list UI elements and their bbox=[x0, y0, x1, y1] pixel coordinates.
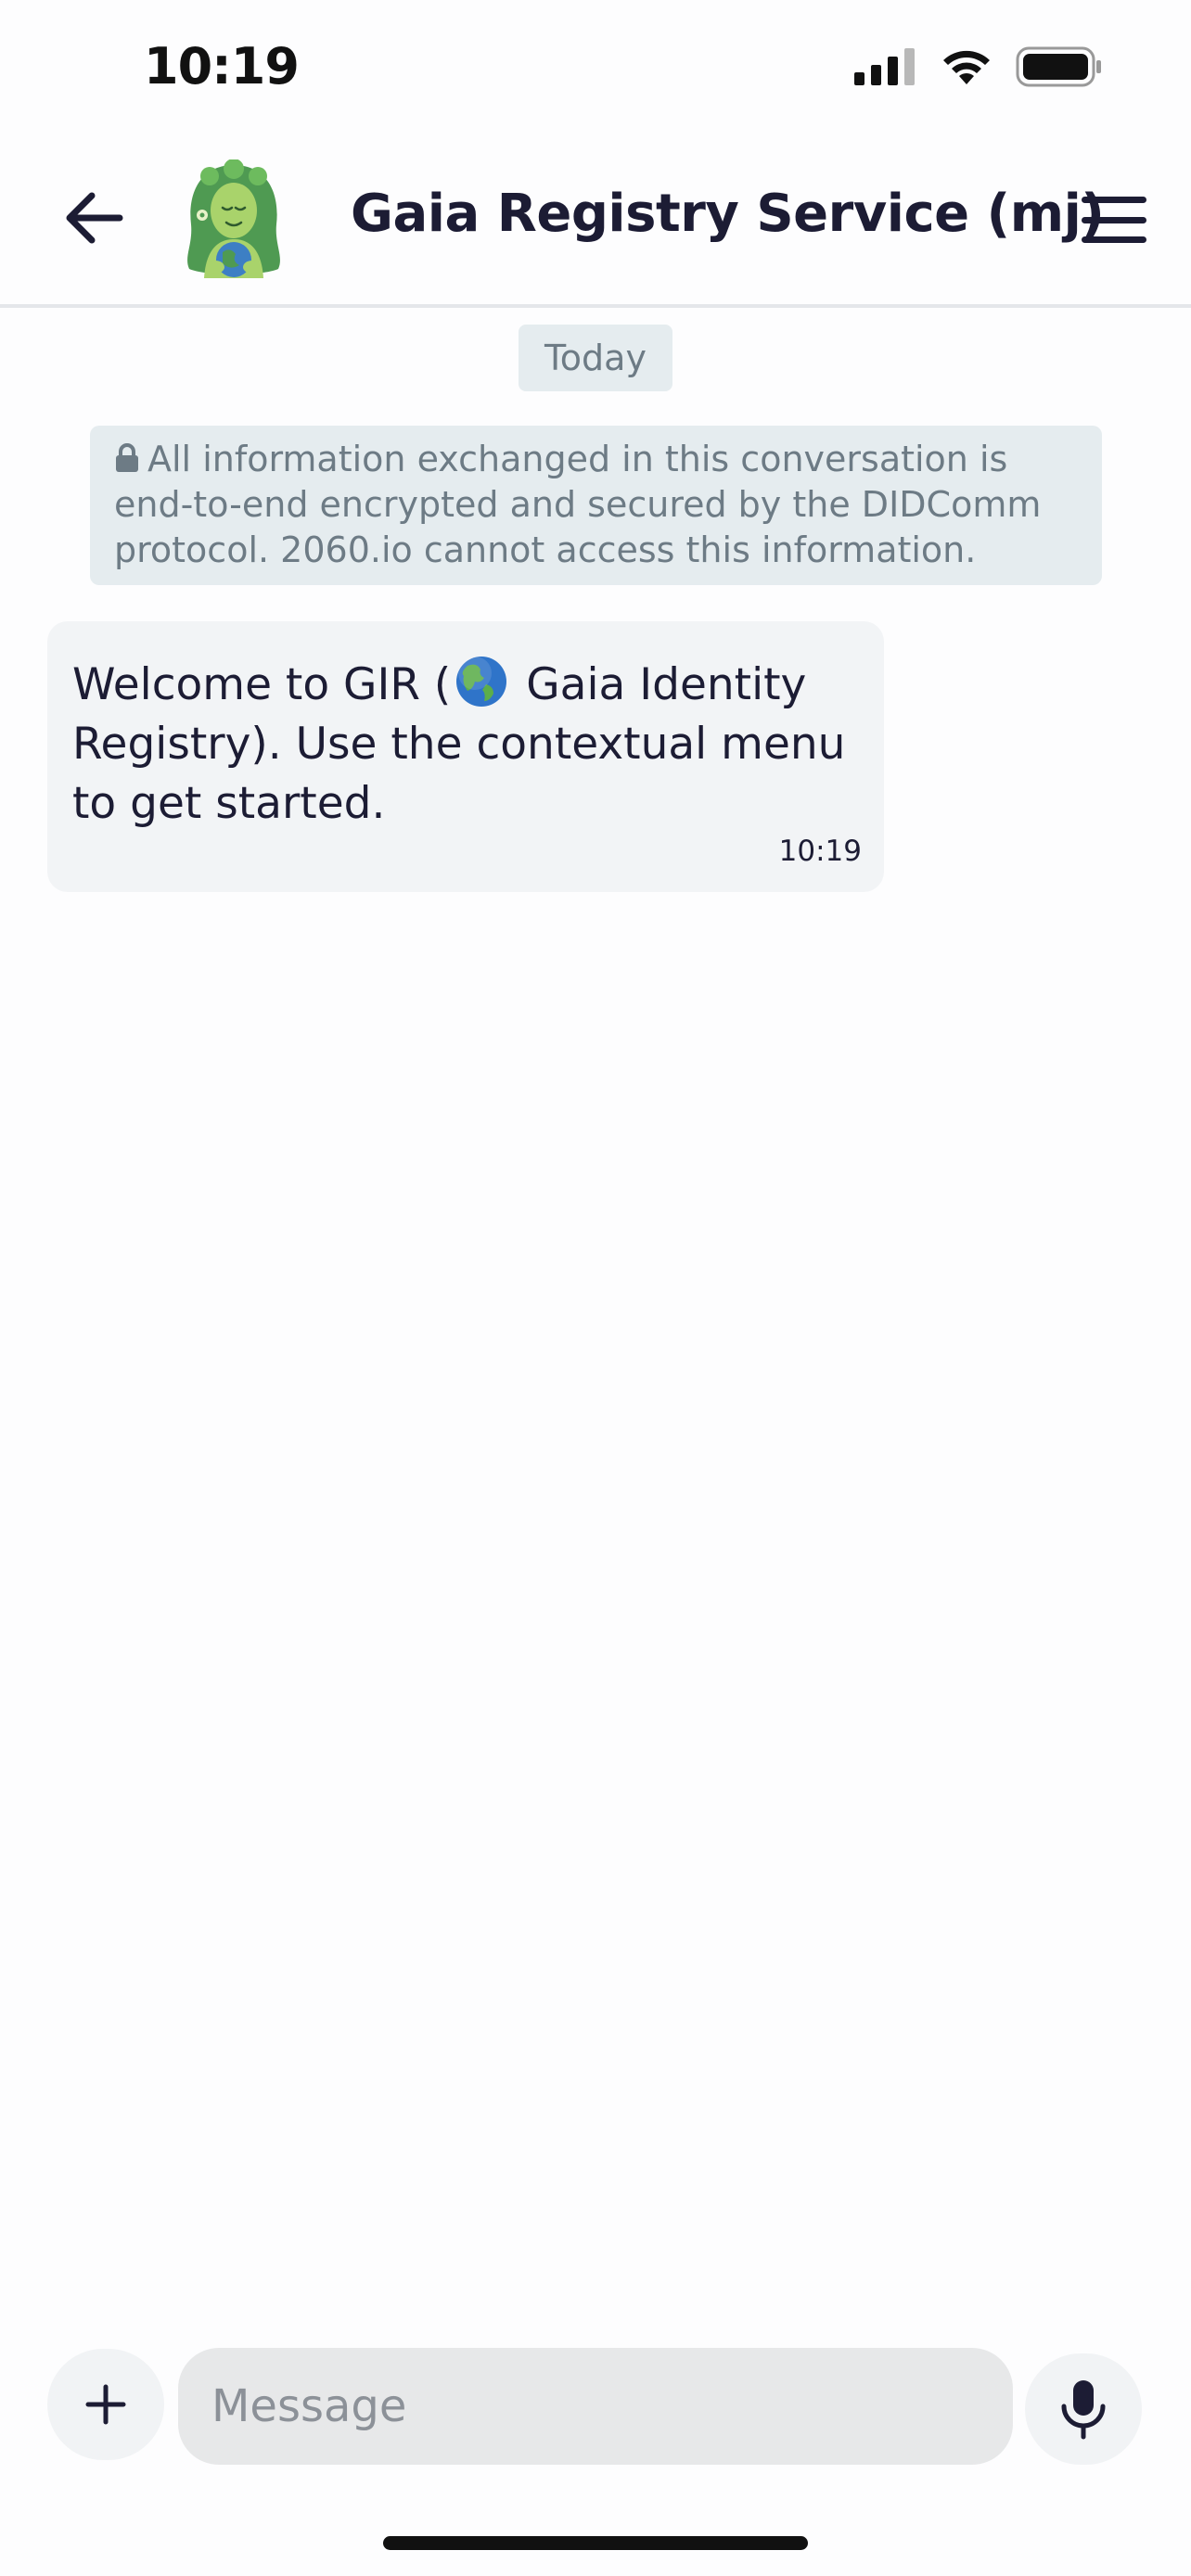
message-composer bbox=[0, 2346, 1191, 2467]
gaia-avatar[interactable] bbox=[178, 159, 289, 280]
home-indicator[interactable] bbox=[383, 2536, 808, 2550]
date-separator: Today bbox=[519, 325, 672, 391]
message-bubble[interactable]: Welcome to GIR ( Gaia Identity Registry)… bbox=[47, 621, 884, 892]
voice-message-button[interactable] bbox=[1025, 2353, 1142, 2465]
globe-americas-icon bbox=[456, 657, 507, 707]
plus-icon bbox=[85, 2384, 126, 2425]
battery-icon bbox=[1016, 46, 1101, 87]
message-input[interactable] bbox=[178, 2348, 1013, 2465]
chat-title: Gaia Registry Service (mj) bbox=[351, 184, 1105, 244]
microphone-icon bbox=[1061, 2380, 1106, 2440]
arrow-left-icon bbox=[66, 192, 123, 244]
wifi-icon bbox=[943, 50, 990, 84]
back-button[interactable] bbox=[56, 181, 130, 255]
encryption-notice-text: All information exchanged in this conver… bbox=[114, 439, 1042, 570]
status-icons bbox=[854, 46, 1103, 87]
encryption-notice: All information exchanged in this conver… bbox=[90, 426, 1102, 585]
chat-header: Gaia Registry Service (mj) bbox=[0, 139, 1191, 308]
lock-icon bbox=[116, 443, 138, 472]
message-time: 10:19 bbox=[778, 835, 862, 868]
contextual-menu-button[interactable] bbox=[1078, 187, 1150, 252]
add-attachment-button[interactable] bbox=[47, 2349, 164, 2460]
hamburger-menu-icon bbox=[1082, 197, 1146, 203]
message-text: Welcome to GIR ( Gaia Identity Registry)… bbox=[72, 655, 859, 834]
cellular-signal-icon bbox=[854, 48, 915, 85]
status-bar: 10:19 bbox=[0, 0, 1191, 139]
status-time: 10:19 bbox=[144, 37, 300, 96]
